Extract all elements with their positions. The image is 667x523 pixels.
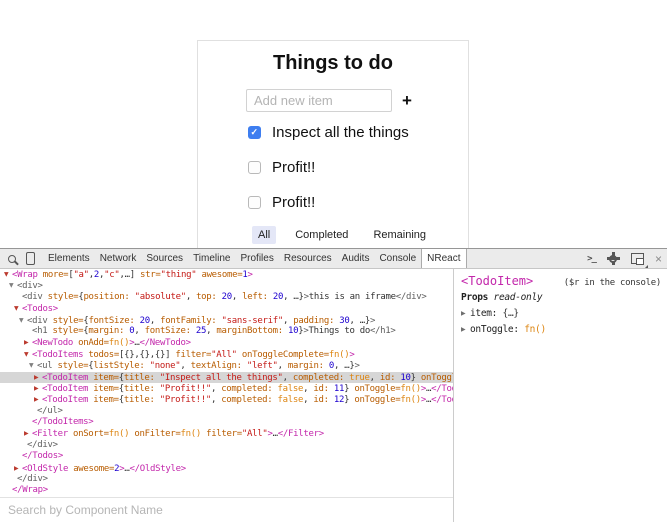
expand-arrow-icon[interactable]: ▼ [24,349,32,360]
tree-row-h1[interactable]: <h1 style={margin: 0, fontSize: 25, marg… [0,326,453,337]
tree-row-todoitems[interactable]: ▼<TodoItems todos=[{},{},{}] filter="All… [0,349,453,360]
filter-button-remaining[interactable]: Remaining [367,226,432,244]
component-tree: ▼<Wrap more=["a",2,"c",…] str="thing" aw… [0,269,453,497]
collapse-arrow-icon[interactable]: ▶ [34,383,42,394]
device-mode-icon[interactable] [26,252,35,265]
toolbar-left-icons [0,249,39,268]
tab-nreact[interactable]: NReact [421,249,466,268]
todo-row: Profit!! [248,160,409,175]
collapse-arrow-icon[interactable]: ▶ [24,428,32,439]
console-hint: ($r in the console) [564,278,661,288]
prop-value: fn() [524,324,546,335]
props-label: Props [461,292,488,303]
prop-value: {…} [503,308,519,319]
tab-audits[interactable]: Audits [337,249,375,268]
add-todo-row: + [246,89,392,112]
collapse-arrow-icon[interactable]: ▶ [461,326,470,333]
tab-sources[interactable]: Sources [141,249,188,268]
tree-row-newtodo[interactable]: ▶<NewTodo onAdd=fn()>…</NewTodo> [0,337,453,348]
tree-row-todoitem-11[interactable]: ▶<TodoItem item={title: "Profit!!", comp… [0,383,453,394]
tree-row-wrap[interactable]: ▼<Wrap more=["a",2,"c",…] str="thing" aw… [0,269,453,280]
tree-row-oldstyle[interactable]: ▶<OldStyle awesome=2>…</OldStyle> [0,463,453,474]
prop-name: item: [470,308,503,319]
props-sidebar: <TodoItem> ($r in the console) Props rea… [454,269,667,522]
todo-checkbox[interactable] [248,161,261,174]
filter-row: All Completed Remaining [252,226,445,244]
tab-network[interactable]: Network [95,249,142,268]
prop-row[interactable]: ▶onToggle: fn() [461,324,661,335]
tree-row-div-close[interactable]: </div> [0,440,453,451]
expand-arrow-icon[interactable]: ▼ [19,315,27,326]
expand-arrow-icon[interactable]: ▼ [4,269,12,280]
collapse-arrow-icon[interactable]: ▶ [34,394,42,405]
tree-row-wrap-close[interactable]: </Wrap> [0,485,453,496]
component-tree-panel: ▼<Wrap more=["a",2,"c",…] str="thing" aw… [0,269,454,522]
todo-row: Profit!! [248,195,409,210]
collapse-arrow-icon[interactable]: ▶ [14,463,22,474]
tab-elements[interactable]: Elements [43,249,95,268]
tab-resources[interactable]: Resources [279,249,337,268]
devtools-panel: ElementsNetworkSourcesTimelineProfilesRe… [0,248,667,523]
prop-row[interactable]: ▶item: {…} [461,308,661,319]
collapse-arrow-icon[interactable]: ▶ [461,310,470,317]
filter-button-completed[interactable]: Completed [289,226,354,244]
dock-side-icon[interactable] [631,253,644,264]
console-drawer-icon[interactable]: >_ [587,254,596,264]
tree-row-div-close-2[interactable]: </div> [0,474,453,485]
devtools-toolbar: ElementsNetworkSourcesTimelineProfilesRe… [0,249,667,269]
browser-page: Things to do + Inspect all the things Pro… [0,0,667,523]
expand-arrow-icon[interactable]: ▼ [9,280,17,291]
todo-app-iframe: Things to do + Inspect all the things Pro… [197,40,469,249]
settings-gear-icon[interactable] [607,252,620,265]
tree-row-todos[interactable]: ▼<Todos> [0,303,453,314]
tree-row-filter[interactable]: ▶<Filter onSort=fn() onFilter=fn() filte… [0,428,453,439]
tab-timeline[interactable]: Timeline [188,249,235,268]
prop-name: onToggle: [470,324,524,335]
tree-row-todoitem-12[interactable]: ▶<TodoItem item={title: "Profit!!", comp… [0,394,453,405]
close-devtools-icon[interactable]: × [655,253,662,265]
props-list: ▶item: {…}▶onToggle: fn() [461,308,661,335]
tree-row-ul[interactable]: ▼<ul style={listStyle: "none", textAlign… [0,360,453,371]
tree-row-ul-close[interactable]: </ul> [0,406,453,417]
tree-row-div[interactable]: ▼<div> [0,280,453,291]
filter-button-all[interactable]: All [252,226,276,244]
app-title: Things to do [198,52,468,75]
todo-label[interactable]: Inspect all the things [272,124,409,141]
tree-row-todos-close[interactable]: </Todos> [0,451,453,462]
add-todo-button[interactable]: + [402,91,412,111]
collapse-arrow-icon[interactable]: ▶ [24,337,32,348]
todo-label[interactable]: Profit!! [272,159,315,176]
props-section-title: Props read-only [461,292,661,303]
devtools-main: ▼<Wrap more=["a",2,"c",…] str="thing" aw… [0,269,667,522]
sidebar-header: <TodoItem> ($r in the console) [461,274,661,288]
tree-row-container-div[interactable]: ▼<div style={fontSize: 20, fontFamily: "… [0,315,453,326]
todo-label[interactable]: Profit!! [272,194,315,211]
todo-row: Inspect all the things [248,125,409,140]
collapse-arrow-icon[interactable]: ▶ [34,372,42,383]
tab-console[interactable]: Console [374,249,421,268]
tree-row-todoitems-close[interactable]: </TodoItems> [0,417,453,428]
tree-row-todoitem-10[interactable]: ▶<TodoItem item={title: "Inspect all the… [0,372,453,383]
inspect-search-icon[interactable] [8,255,16,263]
component-search-input[interactable] [0,497,453,522]
expand-arrow-icon[interactable]: ▼ [29,360,37,371]
readonly-label: read-only [488,292,542,303]
todo-checkbox[interactable] [248,126,261,139]
expand-arrow-icon[interactable]: ▼ [14,303,22,314]
todo-list: Inspect all the things Profit!! Profit!! [248,125,409,230]
todo-checkbox[interactable] [248,196,261,209]
toolbar-right-icons: >_ × [587,249,662,268]
tab-profiles[interactable]: Profiles [235,249,278,268]
tree-row-iframe-div[interactable]: <div style={position: "absolute", top: 2… [0,292,453,303]
devtools-tabs: ElementsNetworkSourcesTimelineProfilesRe… [43,249,467,268]
new-todo-input[interactable] [246,89,392,112]
selected-component-name: <TodoItem> [461,274,533,288]
